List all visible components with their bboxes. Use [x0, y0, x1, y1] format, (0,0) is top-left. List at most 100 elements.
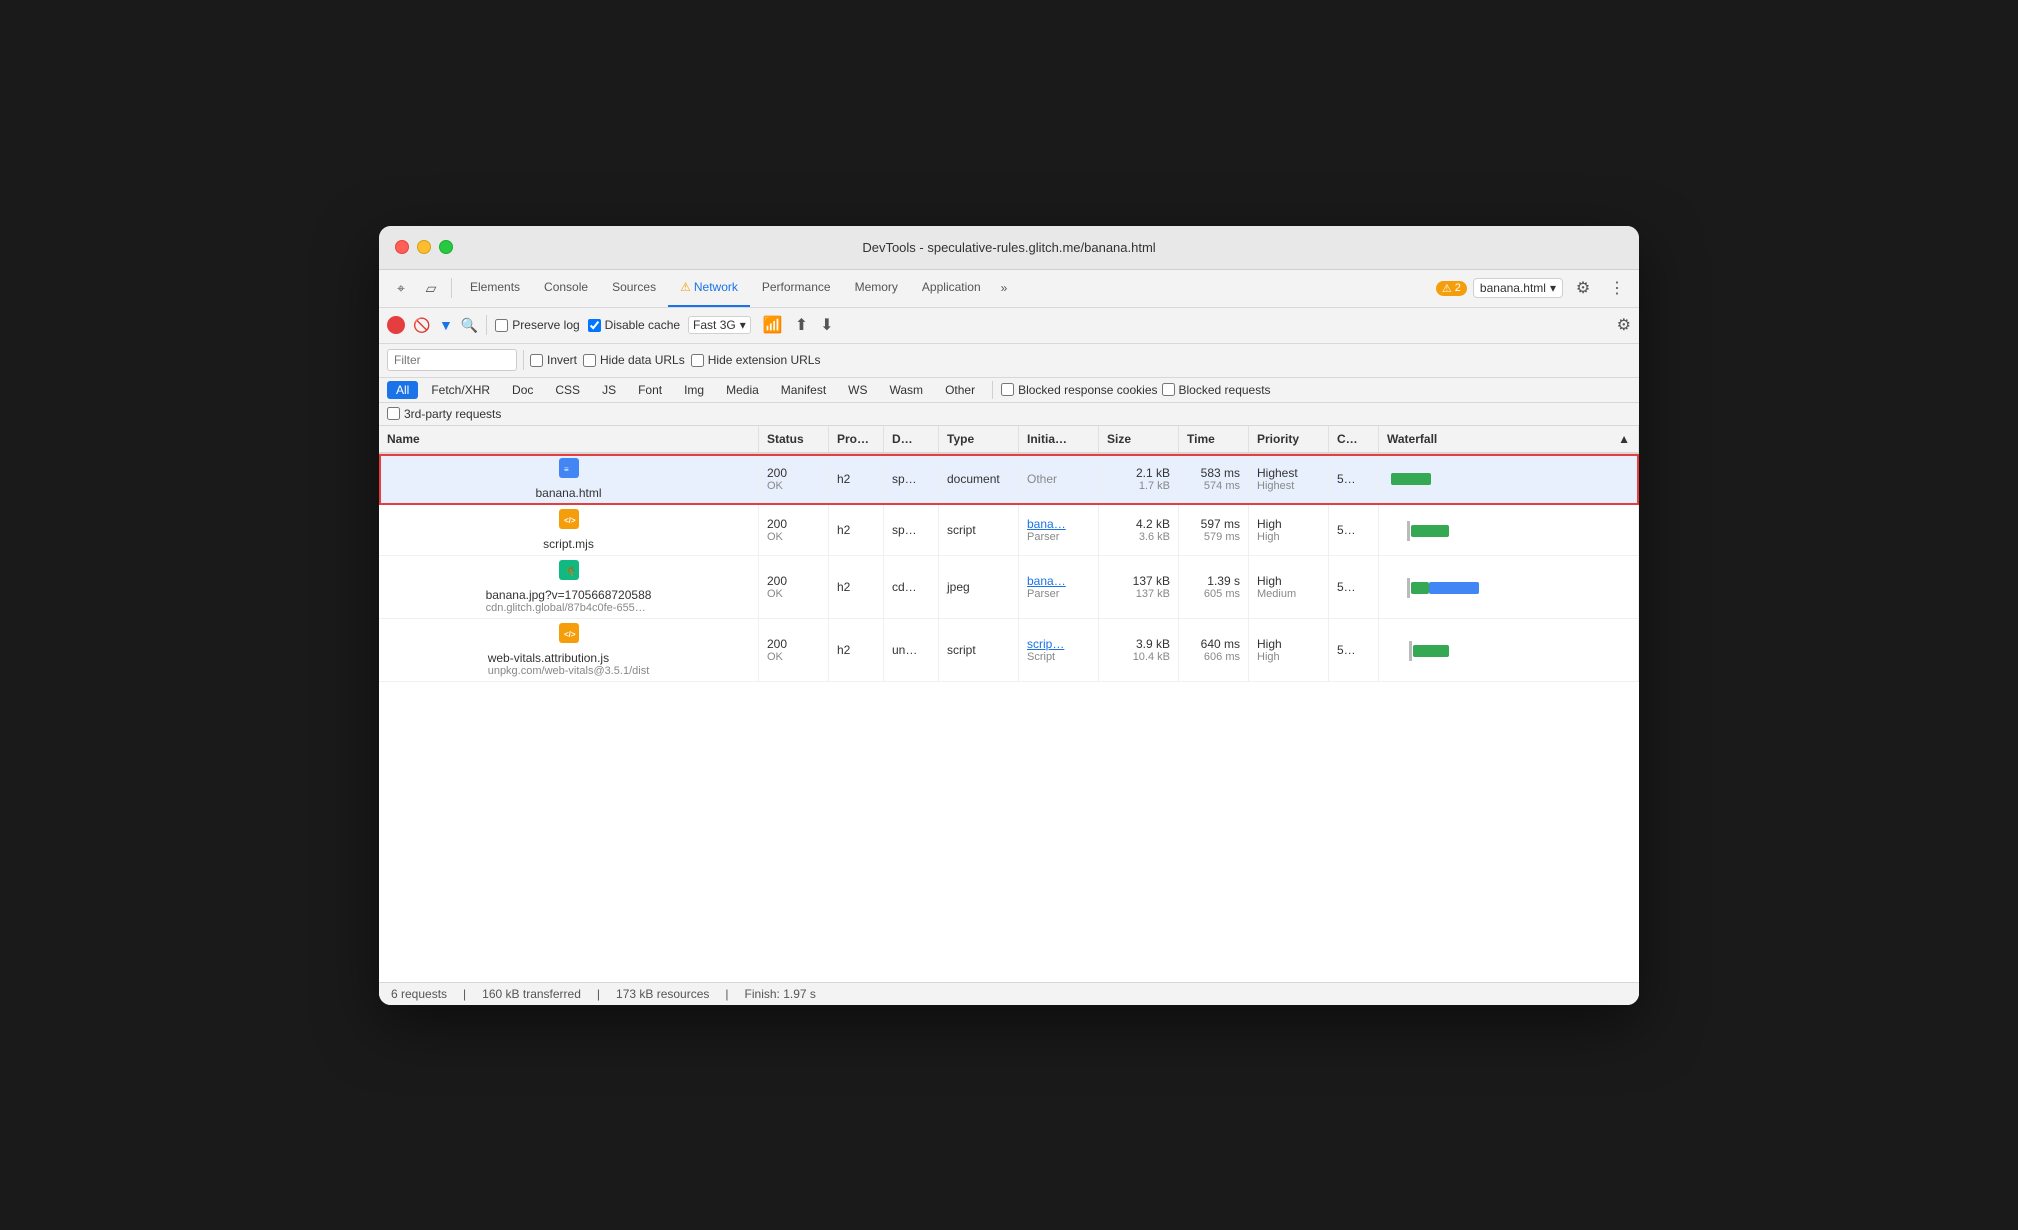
col-header-size[interactable]: Size: [1099, 426, 1179, 452]
hide-data-urls-label[interactable]: Hide data URLs: [583, 353, 685, 367]
type-btn-wasm[interactable]: Wasm: [881, 381, 933, 399]
blocked-cookies-label[interactable]: Blocked response cookies: [1001, 383, 1157, 397]
tab-sources[interactable]: Sources: [600, 269, 668, 307]
tab-network[interactable]: ⚠ Network: [668, 269, 750, 307]
page-selector[interactable]: banana.html ▾: [1473, 278, 1563, 298]
type-btn-ws[interactable]: WS: [839, 381, 876, 399]
hide-ext-urls-checkbox[interactable]: [691, 354, 704, 367]
network-settings-icon[interactable]: ⚙: [1617, 315, 1631, 335]
cell-name-0: ≡ banana.html: [379, 454, 759, 504]
toolbar-right: ⚠ 2 banana.html ▾ ⚙ ⋮: [1436, 274, 1631, 302]
col-header-waterfall[interactable]: Waterfall ▲: [1379, 426, 1639, 452]
cell-proto-3: h2: [829, 619, 884, 681]
svg-text:≡: ≡: [564, 465, 569, 474]
hide-ext-urls-label[interactable]: Hide extension URLs: [691, 353, 821, 367]
tab-memory[interactable]: Memory: [843, 269, 910, 307]
type-btn-doc[interactable]: Doc: [503, 381, 542, 399]
tab-elements[interactable]: Elements: [458, 269, 532, 307]
table-row[interactable]: 🌴 banana.jpg?v=1705668720588 cdn.glitch.…: [379, 556, 1639, 619]
type-btn-manifest[interactable]: Manifest: [772, 381, 835, 399]
toolbar-divider-2: [486, 315, 487, 335]
tab-console[interactable]: Console: [532, 269, 600, 307]
devtools-panel: ⌖ ▱ Elements Console Sources ⚠ Network: [379, 270, 1639, 1005]
cell-proto-1: h2: [829, 505, 884, 555]
tab-performance[interactable]: Performance: [750, 269, 843, 307]
third-party-text: 3rd-party requests: [404, 407, 501, 421]
type-btn-other[interactable]: Other: [936, 381, 984, 399]
blocked-requests-label[interactable]: Blocked requests: [1162, 383, 1271, 397]
cursor-icon[interactable]: ⌖: [387, 274, 415, 302]
maximize-button[interactable]: [439, 240, 453, 254]
record-button[interactable]: [387, 316, 405, 334]
chevron-down-icon: ▾: [1550, 281, 1556, 295]
col-header-domain[interactable]: D…: [884, 426, 939, 452]
settings-icon[interactable]: ⚙: [1569, 274, 1597, 302]
filter-icon[interactable]: ▼: [439, 317, 453, 333]
cell-waterfall-2: [1379, 556, 1639, 618]
table-row[interactable]: </> script.mjs 200 OK h2 sp… script: [379, 505, 1639, 556]
warning-badge[interactable]: ⚠ 2: [1436, 281, 1467, 296]
invert-label[interactable]: Invert: [530, 353, 577, 367]
table-row[interactable]: ≡ banana.html 200 OK h2 sp… document: [379, 454, 1639, 505]
clear-button[interactable]: 🚫: [413, 316, 431, 334]
cell-domain-0: sp…: [884, 454, 939, 504]
file-icon-js-3: </>: [559, 623, 579, 643]
minimize-button[interactable]: [417, 240, 431, 254]
network-warning-icon: ⚠: [680, 280, 691, 294]
col-header-type[interactable]: Type: [939, 426, 1019, 452]
hide-data-urls-text: Hide data URLs: [600, 353, 685, 367]
col-header-c[interactable]: C…: [1329, 426, 1379, 452]
cell-status-2: 200 OK: [759, 556, 829, 618]
file-icon-html: ≡: [559, 458, 579, 478]
network-table: Name Status Pro… D… Type Initia…: [379, 426, 1639, 982]
more-tabs-button[interactable]: »: [993, 281, 1016, 295]
cell-c-2: 5…: [1329, 556, 1379, 618]
cell-initiator-0: Other: [1019, 454, 1099, 504]
throttle-select[interactable]: Fast 3G ▾: [688, 316, 751, 334]
third-party-checkbox[interactable]: [387, 407, 400, 420]
invert-checkbox[interactable]: [530, 354, 543, 367]
download-icon[interactable]: ⬇: [820, 315, 833, 335]
disable-cache-label[interactable]: Disable cache: [588, 318, 680, 332]
cell-c-0: 5…: [1329, 454, 1379, 504]
blocked-cookies-checkbox[interactable]: [1001, 383, 1014, 396]
tab-application[interactable]: Application: [910, 269, 993, 307]
preserve-log-label[interactable]: Preserve log: [495, 318, 579, 332]
file-name-group-2: banana.jpg?v=1705668720588 cdn.glitch.gl…: [486, 588, 652, 614]
device-icon[interactable]: ▱: [417, 274, 445, 302]
cell-size-3: 3.9 kB 10.4 kB: [1099, 619, 1179, 681]
third-party-bar: 3rd-party requests: [379, 403, 1639, 426]
cell-time-2: 1.39 s 605 ms: [1179, 556, 1249, 618]
col-header-time[interactable]: Time: [1179, 426, 1249, 452]
close-button[interactable]: [395, 240, 409, 254]
preserve-log-checkbox[interactable]: [495, 319, 508, 332]
filter-input[interactable]: [387, 349, 517, 371]
blocked-requests-checkbox[interactable]: [1162, 383, 1175, 396]
type-btn-font[interactable]: Font: [629, 381, 671, 399]
type-btn-css[interactable]: CSS: [546, 381, 589, 399]
disable-cache-checkbox[interactable]: [588, 319, 601, 332]
type-btn-fetch-xhr[interactable]: Fetch/XHR: [422, 381, 499, 399]
col-header-proto[interactable]: Pro…: [829, 426, 884, 452]
more-options-icon[interactable]: ⋮: [1603, 274, 1631, 302]
col-header-name[interactable]: Name: [379, 426, 759, 452]
cell-type-1: script: [939, 505, 1019, 555]
waterfall-bar-3: [1413, 645, 1449, 657]
svg-text:🌴: 🌴: [565, 565, 576, 576]
type-btn-img[interactable]: Img: [675, 381, 713, 399]
table-row[interactable]: </> web-vitals.attribution.js unpkg.com/…: [379, 619, 1639, 682]
col-header-initiator[interactable]: Initia…: [1019, 426, 1099, 452]
col-header-priority[interactable]: Priority: [1249, 426, 1329, 452]
cell-initiator-1: bana… Parser: [1019, 505, 1099, 555]
type-btn-all[interactable]: All: [387, 381, 418, 399]
type-btn-js[interactable]: JS: [593, 381, 625, 399]
type-filter-bar: All Fetch/XHR Doc CSS JS Font Img Media …: [379, 378, 1639, 403]
hide-data-urls-checkbox[interactable]: [583, 354, 596, 367]
search-icon[interactable]: 🔍: [461, 317, 478, 334]
wifi-icon[interactable]: 📶: [763, 315, 783, 335]
cell-type-3: script: [939, 619, 1019, 681]
col-header-status[interactable]: Status: [759, 426, 829, 452]
upload-icon[interactable]: ⬆: [795, 315, 808, 335]
third-party-label[interactable]: 3rd-party requests: [387, 407, 501, 421]
type-btn-media[interactable]: Media: [717, 381, 768, 399]
